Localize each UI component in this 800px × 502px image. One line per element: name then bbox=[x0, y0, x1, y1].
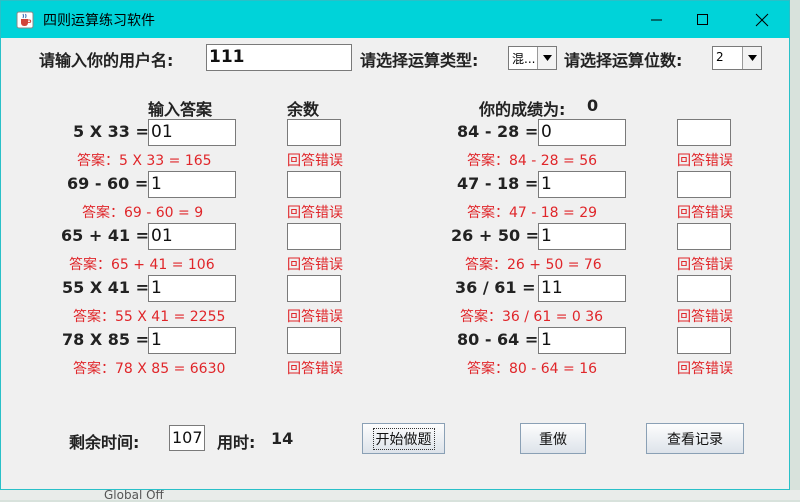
expression-label: 26 + 50 = bbox=[451, 226, 540, 245]
operation-type-label: 请选择运算类型: bbox=[360, 51, 479, 70]
correct-answer-text: 答案：55 X 41 = 2255 bbox=[73, 309, 226, 325]
chevron-down-icon bbox=[742, 47, 761, 69]
correct-answer-text: 答案：78 X 85 = 6630 bbox=[73, 361, 226, 377]
correct-answer-text: 答案：84 - 28 = 56 bbox=[467, 153, 598, 169]
remainder-input[interactable] bbox=[677, 171, 731, 198]
result-status: 回答错误 bbox=[677, 153, 733, 169]
correct-answer-text: 答案：80 - 64 = 16 bbox=[467, 361, 598, 377]
time-left-field: 107 bbox=[169, 425, 205, 451]
app-window: 四则运算练习软件 请输入你的用户名: 111 请选择运算类型: 混... 请选择… bbox=[0, 0, 790, 490]
maximize-button[interactable] bbox=[680, 1, 726, 38]
remainder-input[interactable] bbox=[677, 223, 731, 250]
history-button[interactable]: 查看记录 bbox=[646, 423, 744, 454]
correct-answer-text: 答案：5 X 33 = 165 bbox=[77, 153, 212, 169]
remainder-input[interactable] bbox=[287, 327, 341, 354]
remainder-input[interactable] bbox=[287, 171, 341, 198]
minimize-icon bbox=[651, 19, 662, 20]
time-used-value: 14 bbox=[271, 429, 294, 448]
result-status: 回答错误 bbox=[287, 205, 343, 221]
redo-button-label: 重做 bbox=[539, 431, 567, 448]
remainder-input[interactable] bbox=[677, 119, 731, 146]
result-status: 回答错误 bbox=[287, 309, 343, 325]
username-input[interactable]: 111 bbox=[206, 44, 352, 71]
maximize-icon bbox=[697, 13, 708, 25]
score-label: 你的成绩为: bbox=[479, 100, 566, 119]
correct-answer-text: 答案：69 - 60 = 9 bbox=[82, 205, 204, 221]
result-status: 回答错误 bbox=[287, 257, 343, 273]
result-status: 回答错误 bbox=[677, 361, 733, 377]
remainder-input[interactable] bbox=[677, 275, 731, 302]
correct-answer-text: 答案：65 + 41 = 106 bbox=[69, 257, 215, 273]
result-status: 回答错误 bbox=[677, 205, 733, 221]
answer-input[interactable]: 1 bbox=[148, 171, 236, 198]
remainder-column-header: 余数 bbox=[287, 100, 320, 119]
expression-label: 5 X 33 = bbox=[73, 122, 149, 141]
time-used-label: 用时: bbox=[217, 433, 256, 452]
answer-input[interactable]: 1 bbox=[538, 327, 626, 354]
remainder-input[interactable] bbox=[287, 223, 341, 250]
title-bar[interactable]: 四则运算练习软件 bbox=[1, 1, 789, 38]
answer-input[interactable]: 1 bbox=[538, 223, 626, 250]
expression-label: 47 - 18 = bbox=[457, 174, 539, 193]
expression-label: 80 - 64 = bbox=[457, 330, 539, 349]
result-status: 回答错误 bbox=[287, 153, 343, 169]
remainder-input[interactable] bbox=[287, 275, 341, 302]
digits-label: 请选择运算位数: bbox=[564, 51, 683, 70]
username-label: 请输入你的用户名: bbox=[39, 51, 174, 70]
time-left-label: 剩余时间: bbox=[69, 433, 140, 452]
remainder-input[interactable] bbox=[677, 327, 731, 354]
redo-button[interactable]: 重做 bbox=[520, 423, 586, 454]
answer-input[interactable]: 1 bbox=[148, 275, 236, 302]
answer-input[interactable]: 01 bbox=[148, 119, 236, 146]
digits-select[interactable]: 2 bbox=[712, 46, 762, 70]
answer-input[interactable]: 1 bbox=[538, 171, 626, 198]
chevron-down-icon bbox=[537, 47, 556, 69]
answer-column-header: 输入答案 bbox=[148, 100, 213, 119]
correct-answer-text: 答案：26 + 50 = 76 bbox=[465, 257, 602, 273]
correct-answer-text: 答案：36 / 61 = 0 36 bbox=[460, 309, 604, 325]
history-button-label: 查看记录 bbox=[667, 431, 723, 448]
result-status: 回答错误 bbox=[677, 309, 733, 325]
answer-input[interactable]: 1 bbox=[148, 327, 236, 354]
expression-label: 84 - 28 = bbox=[457, 122, 539, 141]
close-icon bbox=[755, 13, 769, 26]
java-cup-icon bbox=[16, 11, 34, 29]
digits-value: 2 bbox=[716, 50, 724, 64]
expression-label: 55 X 41 = bbox=[62, 278, 149, 297]
close-button[interactable] bbox=[739, 1, 785, 38]
start-button-label: 开始做题 bbox=[372, 427, 435, 450]
result-status: 回答错误 bbox=[287, 361, 343, 377]
window-title: 四则运算练习软件 bbox=[43, 13, 155, 29]
answer-input[interactable]: 01 bbox=[148, 223, 236, 250]
operation-type-select[interactable]: 混... bbox=[508, 46, 557, 70]
minimize-button[interactable] bbox=[634, 1, 680, 38]
expression-label: 78 X 85 = bbox=[62, 330, 149, 349]
correct-answer-text: 答案：47 - 18 = 29 bbox=[467, 205, 598, 221]
score-value: 0 bbox=[587, 96, 599, 115]
answer-input[interactable]: 11 bbox=[538, 275, 626, 302]
expression-label: 36 / 61 = bbox=[455, 278, 536, 297]
operation-type-value: 混... bbox=[512, 52, 536, 66]
expression-label: 69 - 60 = bbox=[67, 174, 149, 193]
start-button[interactable]: 开始做题 bbox=[362, 423, 445, 454]
remainder-input[interactable] bbox=[287, 119, 341, 146]
expression-label: 65 + 41 = bbox=[61, 226, 150, 245]
answer-input[interactable]: 0 bbox=[538, 119, 626, 146]
result-status: 回答错误 bbox=[677, 257, 733, 273]
